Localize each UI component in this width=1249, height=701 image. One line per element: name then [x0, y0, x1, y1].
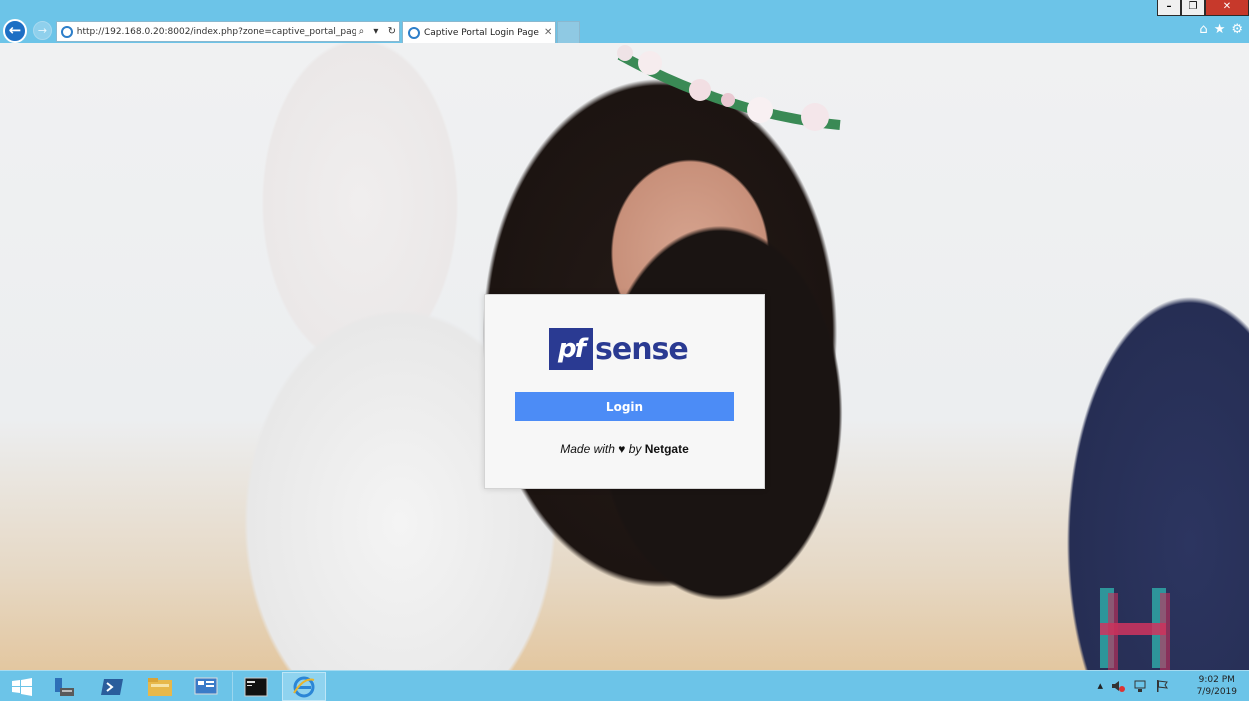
minimize-button[interactable]: – [1157, 0, 1181, 16]
system-tray: ▴ [1097, 679, 1169, 693]
address-bar[interactable]: http://192.168.0.20:8002/index.php?zone=… [56, 21, 400, 42]
page-background: pf sense Login Made with ♥ by Netgate [0, 43, 1249, 670]
tab-favicon-icon [408, 26, 420, 39]
clock-time: 9:02 PM [1198, 675, 1235, 685]
pfsense-logo: pf sense [549, 327, 704, 371]
volume-muted-icon[interactable] [1111, 679, 1125, 693]
home-icon[interactable]: ⌂ [1199, 22, 1207, 37]
action-center-flag-icon[interactable] [1155, 679, 1169, 693]
watermark-logo [1100, 588, 1170, 670]
tab-title: Captive Portal Login Page [424, 27, 539, 38]
restore-button[interactable]: ❐ [1181, 0, 1205, 16]
internet-explorer-icon[interactable] [282, 672, 326, 701]
tray-expand-icon[interactable]: ▴ [1097, 679, 1103, 693]
footer-made-with: Made with [560, 442, 615, 456]
logo-pf-mark: pf [549, 328, 593, 370]
favorites-icon[interactable]: ★ [1214, 22, 1226, 37]
address-url[interactable]: http://192.168.0.20:8002/index.php?zone=… [77, 27, 356, 37]
tab-captive-portal[interactable]: Captive Portal Login Page ✕ [402, 21, 556, 43]
close-window-button[interactable]: ✕ [1205, 0, 1249, 16]
file-explorer-icon[interactable] [138, 672, 182, 701]
window-controls: – ❐ ✕ [1157, 0, 1249, 16]
browser-chrome: – ❐ ✕ ← → http://192.168.0.20:8002/index… [0, 0, 1249, 43]
new-tab-button[interactable] [557, 21, 580, 43]
command-prompt-icon[interactable] [234, 672, 278, 701]
tab-close-icon[interactable]: ✕ [544, 27, 552, 38]
login-card: pf sense Login Made with ♥ by Netgate [484, 294, 765, 489]
settings-gear-icon[interactable]: ⚙ [1231, 22, 1243, 37]
site-icon [61, 25, 73, 38]
forward-button[interactable]: → [33, 21, 52, 40]
powershell-icon[interactable] [90, 672, 134, 701]
clock-date: 7/9/2019 [1196, 687, 1237, 697]
windows-logo-icon [12, 677, 32, 696]
taskbar-clock[interactable]: 9:02 PM 7/9/2019 [1197, 674, 1237, 698]
server-manager-icon[interactable] [42, 672, 86, 701]
logo-sense-text: sense [595, 331, 689, 367]
network-admin-icon[interactable] [184, 672, 228, 701]
footer-brand: Netgate [644, 442, 689, 456]
start-button[interactable] [0, 672, 44, 701]
back-button[interactable]: ← [3, 19, 27, 43]
footer-by: by [628, 442, 642, 456]
flower-crown-decoration [617, 45, 841, 131]
heart-icon: ♥ [618, 442, 626, 456]
footer-credit: Made with ♥ by Netgate [485, 442, 764, 456]
taskbar: ▴ 9:02 PM 7/9/2019 [0, 670, 1249, 701]
network-icon[interactable] [1133, 679, 1147, 693]
browser-toolbar: ⌂ ★ ⚙ [1199, 22, 1243, 37]
address-tools[interactable]: ⌕ ▾ ↻ [356, 26, 399, 37]
login-button[interactable]: Login [515, 392, 734, 421]
